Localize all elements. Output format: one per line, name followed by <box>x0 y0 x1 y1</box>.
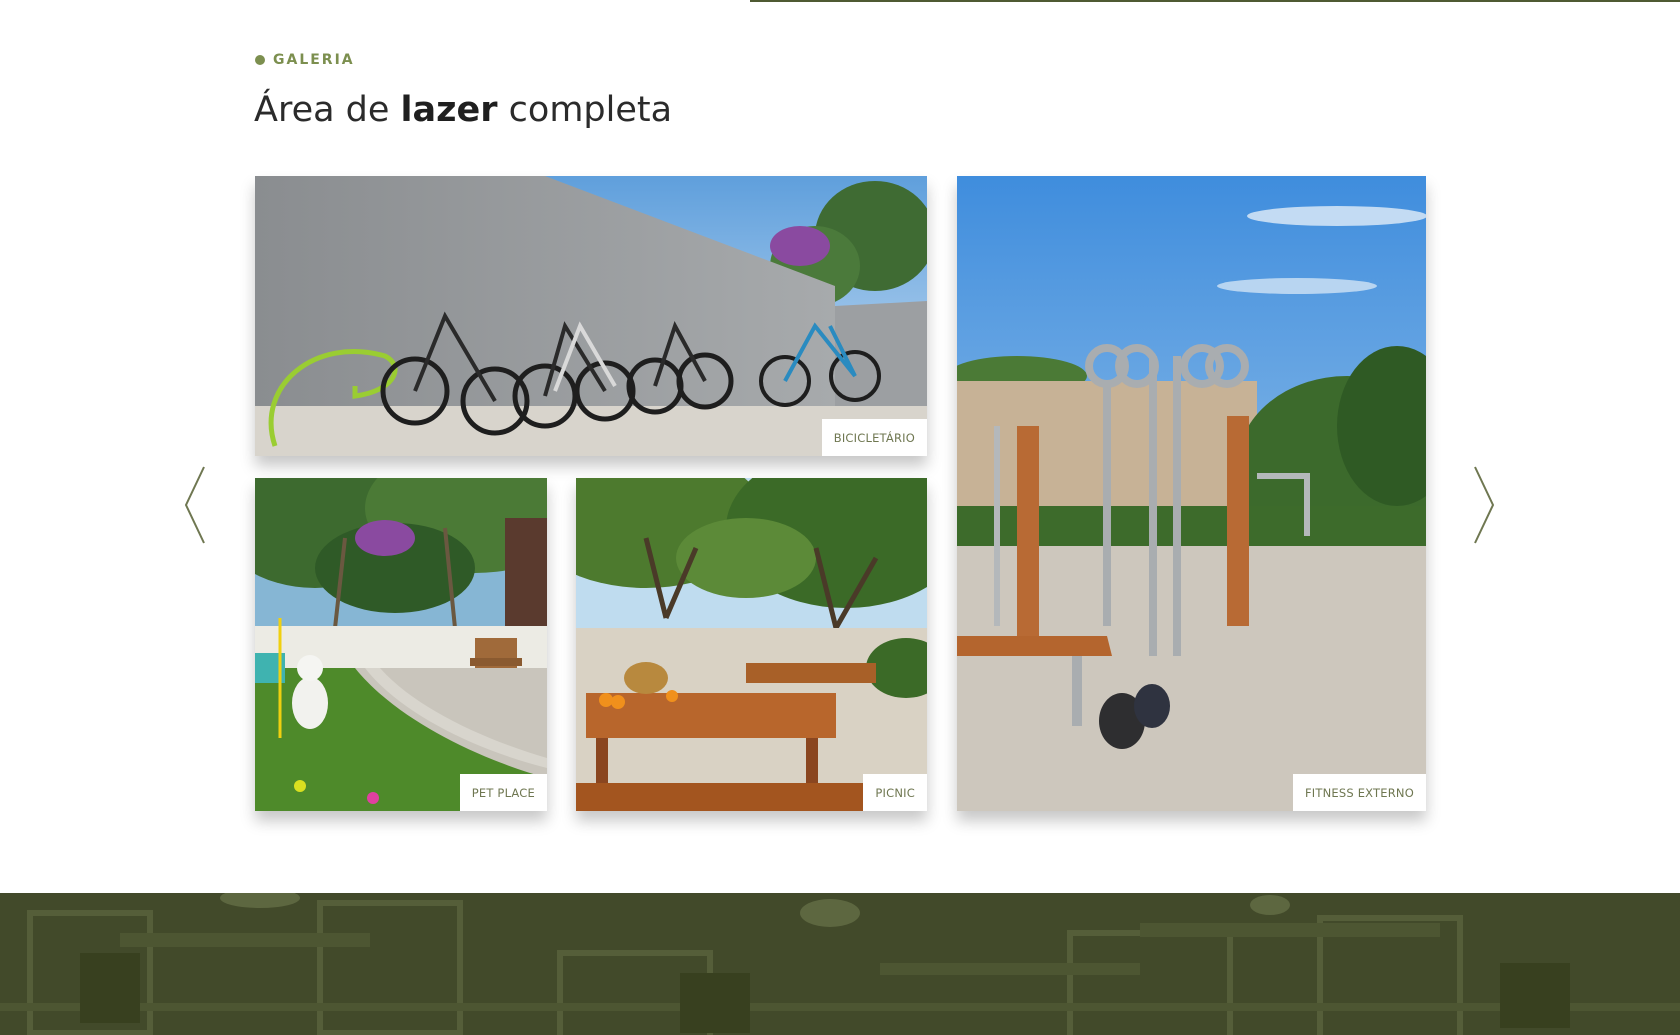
gallery-item-pet-place[interactable]: PET PLACE <box>255 478 547 811</box>
eyebrow-label: GALERIA <box>273 52 355 68</box>
pet-place-photo <box>255 478 547 811</box>
caption-pet-place: PET PLACE <box>459 774 547 811</box>
gallery-item-bicicletario[interactable]: BICICLETÁRIO <box>255 176 927 456</box>
chevron-left-icon <box>184 466 205 544</box>
caption-fitness-externo: FITNESS EXTERNO <box>1292 774 1426 811</box>
title-emphasis: lazer <box>400 90 498 130</box>
caption-picnic: PICNIC <box>863 774 927 811</box>
gallery-item-fitness-externo[interactable]: FITNESS EXTERNO <box>957 176 1426 811</box>
top-divider <box>750 0 1680 2</box>
chevron-right-icon <box>1474 466 1495 544</box>
gallery-item-picnic[interactable]: PICNIC <box>576 478 927 811</box>
caption-bicicletario: BICICLETÁRIO <box>821 419 927 456</box>
gallery-next-button[interactable] <box>1472 465 1496 545</box>
restaurant-background-photo <box>0 893 1680 1035</box>
title-prefix: Área de <box>254 90 401 130</box>
bike-rack-photo <box>255 176 927 456</box>
section-eyebrow: GALERIA <box>255 52 355 68</box>
section-title: Área de lazer completa <box>254 90 672 130</box>
title-suffix: completa <box>497 90 673 130</box>
picnic-photo <box>576 478 927 811</box>
bullet-dot-icon <box>255 55 265 65</box>
outdoor-fitness-photo <box>957 176 1426 811</box>
gallery-prev-button[interactable] <box>183 465 207 545</box>
next-section-background <box>0 893 1680 1035</box>
